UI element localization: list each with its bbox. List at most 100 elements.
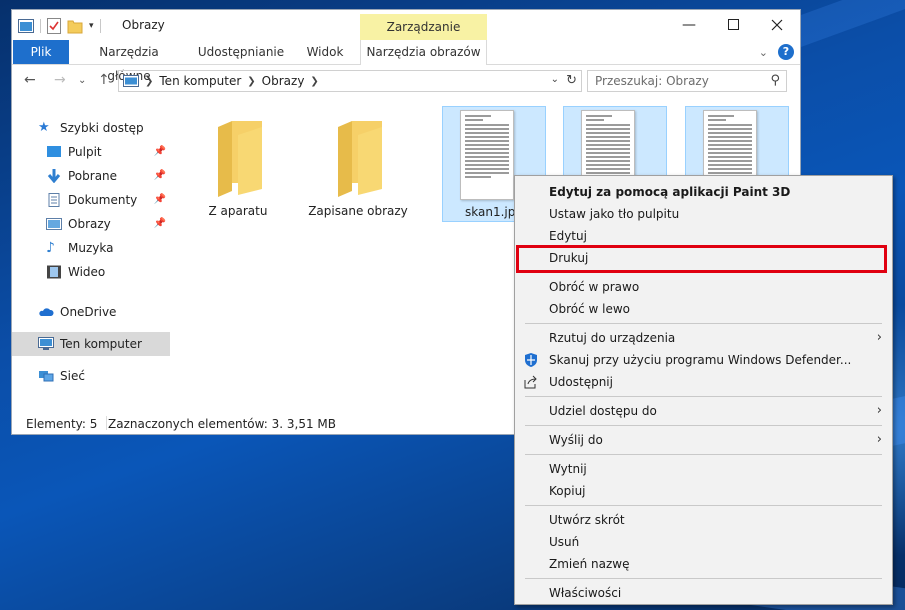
title-bar: ▾ Obrazy Zarządzanie — <box>12 10 800 40</box>
pin-icon[interactable]: 📌 <box>154 146 166 157</box>
menu-item-rotate-left[interactable]: Obróć w lewo <box>515 298 892 320</box>
expand-ribbon-chevron-icon[interactable]: ⌄ <box>759 46 768 59</box>
item-label: Zapisane obrazy <box>308 204 408 218</box>
menu-separator <box>525 578 882 579</box>
menu-item-give-access-to[interactable]: Udziel dostępu do › <box>515 400 892 422</box>
sidebar-item-desktop[interactable]: Pulpit 📌 <box>12 140 170 164</box>
breadcrumb-chevron-icon: ❯ <box>247 75 256 87</box>
menu-item-send-to[interactable]: Wyślij do › <box>515 429 892 451</box>
toolbar-separator <box>99 19 101 33</box>
sidebar-item-onedrive[interactable]: OneDrive <box>12 300 170 324</box>
sidebar-item-network[interactable]: Sieć <box>12 364 170 388</box>
context-menu: Edytuj za pomocą aplikacji Paint 3D Usta… <box>514 175 893 605</box>
maximize-icon <box>727 19 739 30</box>
cloud-icon <box>39 308 54 316</box>
menu-item-delete[interactable]: Usuń <box>515 531 892 553</box>
sidebar-item-pictures[interactable]: Obrazy 📌 <box>12 212 170 236</box>
menu-item-scan-defender[interactable]: Skanuj przy użyciu programu Windows Defe… <box>515 349 892 371</box>
status-separator <box>106 416 107 430</box>
selection-summary: Zaznaczonych elementów: 3. 3,51 MB <box>108 417 337 431</box>
folder-icon <box>218 121 262 197</box>
sidebar-item-label: Ten komputer <box>60 337 142 351</box>
search-icon: ⚲ <box>770 73 780 88</box>
menu-item-label: Wyślij do <box>549 433 603 447</box>
star-icon: ★ <box>38 120 50 135</box>
sidebar-item-label: Szybki dostęp <box>60 121 144 135</box>
tab-view[interactable]: Widok <box>300 40 350 64</box>
sidebar-item-music[interactable]: ♪ Muzyka <box>12 236 170 260</box>
customize-toolbar-chevron-icon[interactable]: ▾ <box>89 21 94 31</box>
menu-item-cut[interactable]: Wytnij <box>515 458 892 480</box>
folder-icon <box>338 121 382 197</box>
search-placeholder: Przeszukaj: Obrazy <box>595 74 709 88</box>
refresh-icon[interactable]: ↻ <box>566 73 577 88</box>
address-bar[interactable]: ❯ Ten komputer ❯ Obrazy ❯ ⌄ ↻ <box>118 70 582 92</box>
pin-icon[interactable]: 📌 <box>154 218 166 229</box>
recent-locations-chevron-icon[interactable]: ⌄ <box>78 75 86 86</box>
sidebar-item-this-pc[interactable]: Ten komputer <box>12 332 170 356</box>
toolbar-separator <box>40 19 41 33</box>
help-icon[interactable]: ? <box>778 44 794 60</box>
pin-icon[interactable]: 📌 <box>154 194 166 205</box>
tab-home[interactable]: Narzędzia główne <box>76 40 182 83</box>
computer-icon <box>38 337 54 350</box>
submenu-chevron-icon: › <box>876 403 882 418</box>
search-input[interactable]: Przeszukaj: Obrazy ⚲ <box>587 70 787 92</box>
breadcrumb-chevron-icon: ❯ <box>310 75 319 87</box>
menu-item-cast-to-device[interactable]: Rzutuj do urządzenia › <box>515 327 892 349</box>
document-thumbnail-icon <box>460 110 514 200</box>
menu-item-edit[interactable]: Edytuj <box>515 225 892 247</box>
menu-item-label: Udostępnij <box>549 375 613 389</box>
menu-separator <box>525 425 882 426</box>
tab-manage[interactable]: Zarządzanie <box>360 14 487 40</box>
menu-item-share[interactable]: Udostępnij <box>515 371 892 393</box>
menu-item-rotate-right[interactable]: Obróć w prawo <box>515 276 892 298</box>
item-count: Elementy: 5 <box>26 417 98 431</box>
address-dropdown-icon[interactable]: ⌄ <box>551 74 559 85</box>
pin-icon[interactable]: 📌 <box>154 170 166 181</box>
sidebar-item-label: Pulpit <box>68 145 102 159</box>
sidebar-item-quick-access[interactable]: ★ Szybki dostęp <box>12 116 170 140</box>
menu-item-copy[interactable]: Kopiuj <box>515 480 892 502</box>
sidebar-item-label: Muzyka <box>68 241 114 255</box>
download-arrow-icon <box>47 169 61 183</box>
menu-item-label: Udziel dostępu do <box>549 404 657 418</box>
menu-item-label: Skanuj przy użyciu programu Windows Defe… <box>549 353 852 367</box>
properties-icon[interactable] <box>47 18 61 34</box>
minimize-button[interactable]: — <box>667 14 711 36</box>
menu-item-create-shortcut[interactable]: Utwórz skrót <box>515 509 892 531</box>
new-folder-icon[interactable] <box>67 18 83 34</box>
maximize-button[interactable] <box>711 14 755 36</box>
navigation-pane: ★ Szybki dostęp Pulpit 📌 Pobrane 📌 Dokum… <box>12 98 172 414</box>
print-highlight-box <box>516 245 887 273</box>
tab-picture-tools[interactable]: Narzędzia obrazów <box>360 40 487 65</box>
light-beam <box>784 0 905 50</box>
menu-item-rename[interactable]: Zmień nazwę <box>515 553 892 575</box>
music-note-icon: ♪ <box>46 240 55 256</box>
sidebar-item-label: Obrazy <box>68 217 111 231</box>
folder-item-camera-roll[interactable]: Z aparatu <box>186 106 290 222</box>
back-arrow-icon[interactable]: ← <box>24 72 36 88</box>
sidebar-item-label: Wideo <box>68 265 106 279</box>
sidebar-item-documents[interactable]: Dokumenty 📌 <box>12 188 170 212</box>
breadcrumb-this-pc[interactable]: Ten komputer <box>159 74 241 88</box>
tab-share[interactable]: Udostępnianie <box>196 40 286 64</box>
sidebar-item-downloads[interactable]: Pobrane 📌 <box>12 164 170 188</box>
menu-separator <box>525 454 882 455</box>
submenu-chevron-icon: › <box>876 432 882 447</box>
item-label: Z aparatu <box>208 204 268 218</box>
breadcrumb-pictures[interactable]: Obrazy <box>262 74 305 88</box>
menu-separator <box>525 396 882 397</box>
folder-item-saved-pictures[interactable]: Zapisane obrazy <box>306 106 410 222</box>
up-arrow-icon[interactable]: ↑ <box>98 72 110 88</box>
menu-item-set-desktop-background[interactable]: Ustaw jako tło pulpitu <box>515 203 892 225</box>
ribbon-controls: ⌄ ? <box>759 44 794 60</box>
close-button[interactable] <box>755 14 799 36</box>
menu-item-properties[interactable]: Właściwości <box>515 582 892 604</box>
menu-item-edit-paint3d[interactable]: Edytuj za pomocą aplikacji Paint 3D <box>515 181 892 203</box>
desktop-icon <box>47 146 61 157</box>
tab-file[interactable]: Plik <box>13 40 69 64</box>
sidebar-item-videos[interactable]: Wideo <box>12 260 170 284</box>
sidebar-item-label: Pobrane <box>68 169 118 183</box>
forward-arrow-icon[interactable]: → <box>54 72 66 88</box>
